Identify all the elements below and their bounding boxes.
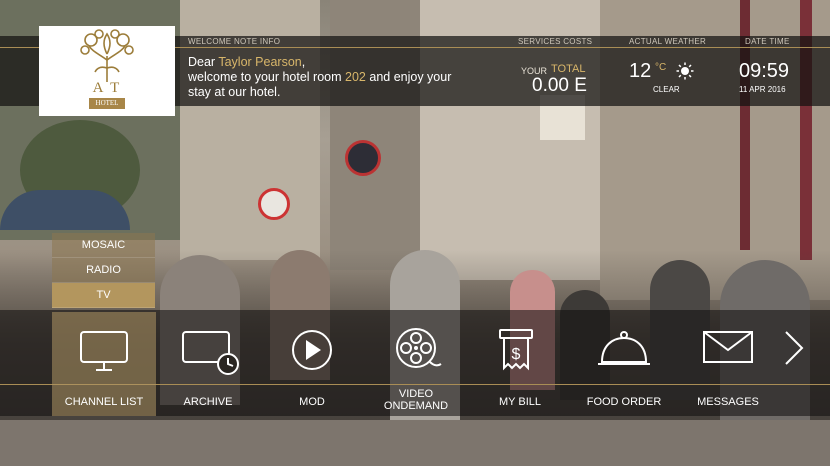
weather-unit: °C	[655, 62, 667, 73]
dock-item-mod[interactable]: MOD	[260, 312, 364, 416]
film-reel-icon	[396, 328, 442, 368]
submenu-item-tv[interactable]: TV	[52, 283, 155, 308]
dock-label-archive: ARCHIVE	[183, 396, 233, 408]
dock-label-messages: MESSAGES	[697, 396, 759, 408]
chevron-right-icon[interactable]	[782, 330, 806, 366]
dock-item-archive[interactable]: ARCHIVE	[156, 312, 260, 416]
dock-label-my-bill: MY BILL	[499, 396, 541, 408]
hotel-tv-screen: WELCOME NOTE INFO SERVICES COSTS ACTUAL …	[0, 0, 830, 466]
dock-label-video-line2: ONDEMAND	[383, 400, 449, 412]
source-submenu: MOSAIC RADIO TV	[52, 233, 155, 308]
dock-label-channel-list: CHANNEL LIST	[64, 396, 144, 408]
dock-label-video-ondemand: VIDEO ONDEMAND	[364, 388, 468, 412]
room-number: 202	[345, 70, 366, 84]
welcome-dear: Dear	[188, 55, 216, 69]
header-date-time: DATE TIME	[745, 37, 790, 46]
welcome-comma: ,	[301, 55, 306, 69]
dock-item-food-order[interactable]: FOOD ORDER	[572, 312, 676, 416]
dock-item-video-ondemand[interactable]: VIDEO ONDEMAND	[364, 312, 468, 416]
cost-total-label: TOTAL	[551, 63, 586, 75]
welcome-note: Dear Taylor Pearson, welcome to your hot…	[188, 55, 488, 100]
monitor-icon	[80, 331, 128, 371]
header-welcome-note-info: WELCOME NOTE INFO	[188, 37, 281, 46]
bill-icon: $	[499, 329, 533, 371]
hotel-logo: A T HOTEL	[39, 26, 175, 116]
envelope-icon	[703, 331, 753, 363]
header-services-costs: SERVICES COSTS	[518, 37, 593, 46]
guest-name: Taylor Pearson	[218, 55, 302, 69]
logo-mark: A T	[92, 80, 122, 96]
welcome-line2-pre: welcome to your hotel room	[188, 70, 342, 84]
dock-label-mod: MOD	[299, 396, 325, 408]
welcome-line2-post: and enjoy your	[369, 70, 452, 84]
weather-temp: 12	[629, 60, 652, 82]
weather-condition: CLEAR	[653, 85, 680, 94]
tree-logo-icon	[80, 29, 134, 82]
dock-label-food-order: FOOD ORDER	[586, 396, 662, 408]
header-actual-weather: ACTUAL WEATHER	[629, 37, 707, 46]
dock-label-video-line1: VIDEO	[398, 388, 434, 400]
archive-clock-icon	[182, 331, 239, 375]
submenu-item-radio[interactable]: RADIO	[52, 258, 155, 283]
clock-date: 11 APR 2016	[739, 85, 786, 94]
sun-icon	[676, 62, 694, 80]
dock-item-my-bill[interactable]: $ MY BILL	[468, 312, 572, 416]
logo-subtitle: HOTEL	[89, 98, 125, 109]
cost-total-value: 0.00 E	[532, 75, 587, 96]
dock-item-messages[interactable]: MESSAGES	[676, 312, 780, 416]
submenu-item-mosaic[interactable]: MOSAIC	[52, 233, 155, 258]
dock-item-channel-list[interactable]: CHANNEL LIST	[52, 312, 156, 416]
food-cloche-icon	[598, 331, 650, 365]
welcome-line3: stay at our hotel.	[188, 85, 281, 99]
play-circle-icon	[292, 330, 332, 370]
clock-time: 09:59	[739, 60, 790, 82]
svg-text:$: $	[512, 346, 521, 363]
